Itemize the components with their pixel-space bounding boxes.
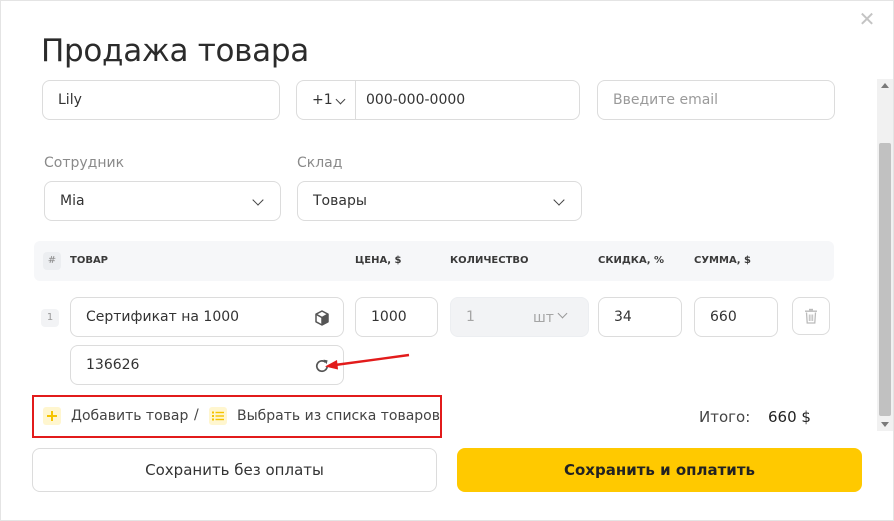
phone-code-value: +1 — [312, 92, 333, 108]
scroll-down-icon[interactable] — [881, 422, 889, 427]
save-without-payment-button[interactable]: Сохранить без оплаты — [32, 448, 437, 492]
choose-from-list-button[interactable]: Выбрать из списка товаров — [209, 407, 440, 425]
header-quantity: КОЛИЧЕСТВО — [450, 255, 529, 266]
certificate-code-field[interactable]: 136626 — [70, 345, 344, 385]
add-product-button[interactable]: Добавить товар — [43, 407, 188, 425]
email-placeholder: Введите email — [613, 92, 719, 108]
unit-value: шт — [533, 310, 554, 326]
header-hash: # — [43, 252, 61, 270]
employee-value: Mia — [60, 193, 85, 209]
quantity-value: 1 — [466, 309, 475, 325]
delete-row-button[interactable] — [792, 297, 830, 335]
add-product-label: Добавить товар — [71, 408, 189, 424]
certificate-code-value: 136626 — [86, 357, 140, 373]
sum-field[interactable]: 660 — [694, 297, 778, 337]
client-name-value: Lily — [58, 92, 82, 108]
header-sum: СУММА, $ — [694, 255, 751, 266]
products-table-header: # ТОВАР ЦЕНА, $ КОЛИЧЕСТВО СКИДКА, % СУМ… — [34, 241, 834, 281]
scroll-thumb[interactable] — [879, 143, 891, 416]
total-value: 660 $ — [768, 408, 811, 426]
chevron-down-icon — [252, 194, 264, 206]
employee-label: Сотрудник — [44, 155, 125, 171]
product-name-field[interactable]: Сертификат на 1000 — [70, 297, 344, 337]
price-field[interactable]: 1000 — [355, 297, 438, 337]
discount-field[interactable]: 34 — [598, 297, 682, 337]
discount-value: 34 — [614, 309, 632, 325]
quantity-field: 1 шт — [450, 297, 589, 337]
header-discount: СКИДКА, % — [598, 255, 665, 266]
scroll-up-icon[interactable] — [881, 83, 889, 88]
sum-value: 660 — [710, 309, 737, 325]
chevron-down-icon — [553, 194, 565, 206]
total-label: Итого: — [699, 408, 751, 426]
chevron-down-icon — [557, 308, 568, 319]
plus-icon — [43, 407, 61, 425]
price-value: 1000 — [371, 309, 407, 325]
sale-modal: ✕ Продажа товара Lily +1 000-000-0000 Вв… — [0, 0, 894, 521]
product-name-value: Сертификат на 1000 — [86, 309, 240, 325]
phone-number-input[interactable]: 000-000-0000 — [356, 92, 465, 108]
scrollbar[interactable] — [877, 79, 893, 431]
box-icon — [313, 309, 331, 327]
header-product: ТОВАР — [70, 255, 109, 266]
phone-code-select[interactable]: +1 — [297, 81, 356, 119]
phone-field[interactable]: +1 000-000-0000 — [296, 80, 580, 120]
page-title: Продажа товара — [41, 33, 309, 69]
annotation-arrow — [325, 353, 410, 370]
warehouse-value: Товары — [313, 193, 367, 209]
client-name-field[interactable]: Lily — [42, 80, 280, 120]
list-icon — [209, 407, 227, 425]
warehouse-select[interactable]: Товары — [297, 181, 582, 221]
email-field[interactable]: Введите email — [597, 80, 835, 120]
trash-icon — [805, 308, 817, 324]
close-icon[interactable]: ✕ — [856, 9, 878, 31]
employee-select[interactable]: Mia — [44, 181, 281, 221]
warehouse-label: Склад — [297, 155, 343, 171]
actions-separator: / — [194, 407, 199, 423]
row-number: 1 — [41, 309, 59, 327]
choose-from-list-label: Выбрать из списка товаров — [237, 408, 440, 424]
chevron-down-icon — [335, 94, 346, 105]
save-and-pay-button[interactable]: Сохранить и оплатить — [457, 448, 862, 492]
header-price: ЦЕНА, $ — [355, 255, 402, 266]
